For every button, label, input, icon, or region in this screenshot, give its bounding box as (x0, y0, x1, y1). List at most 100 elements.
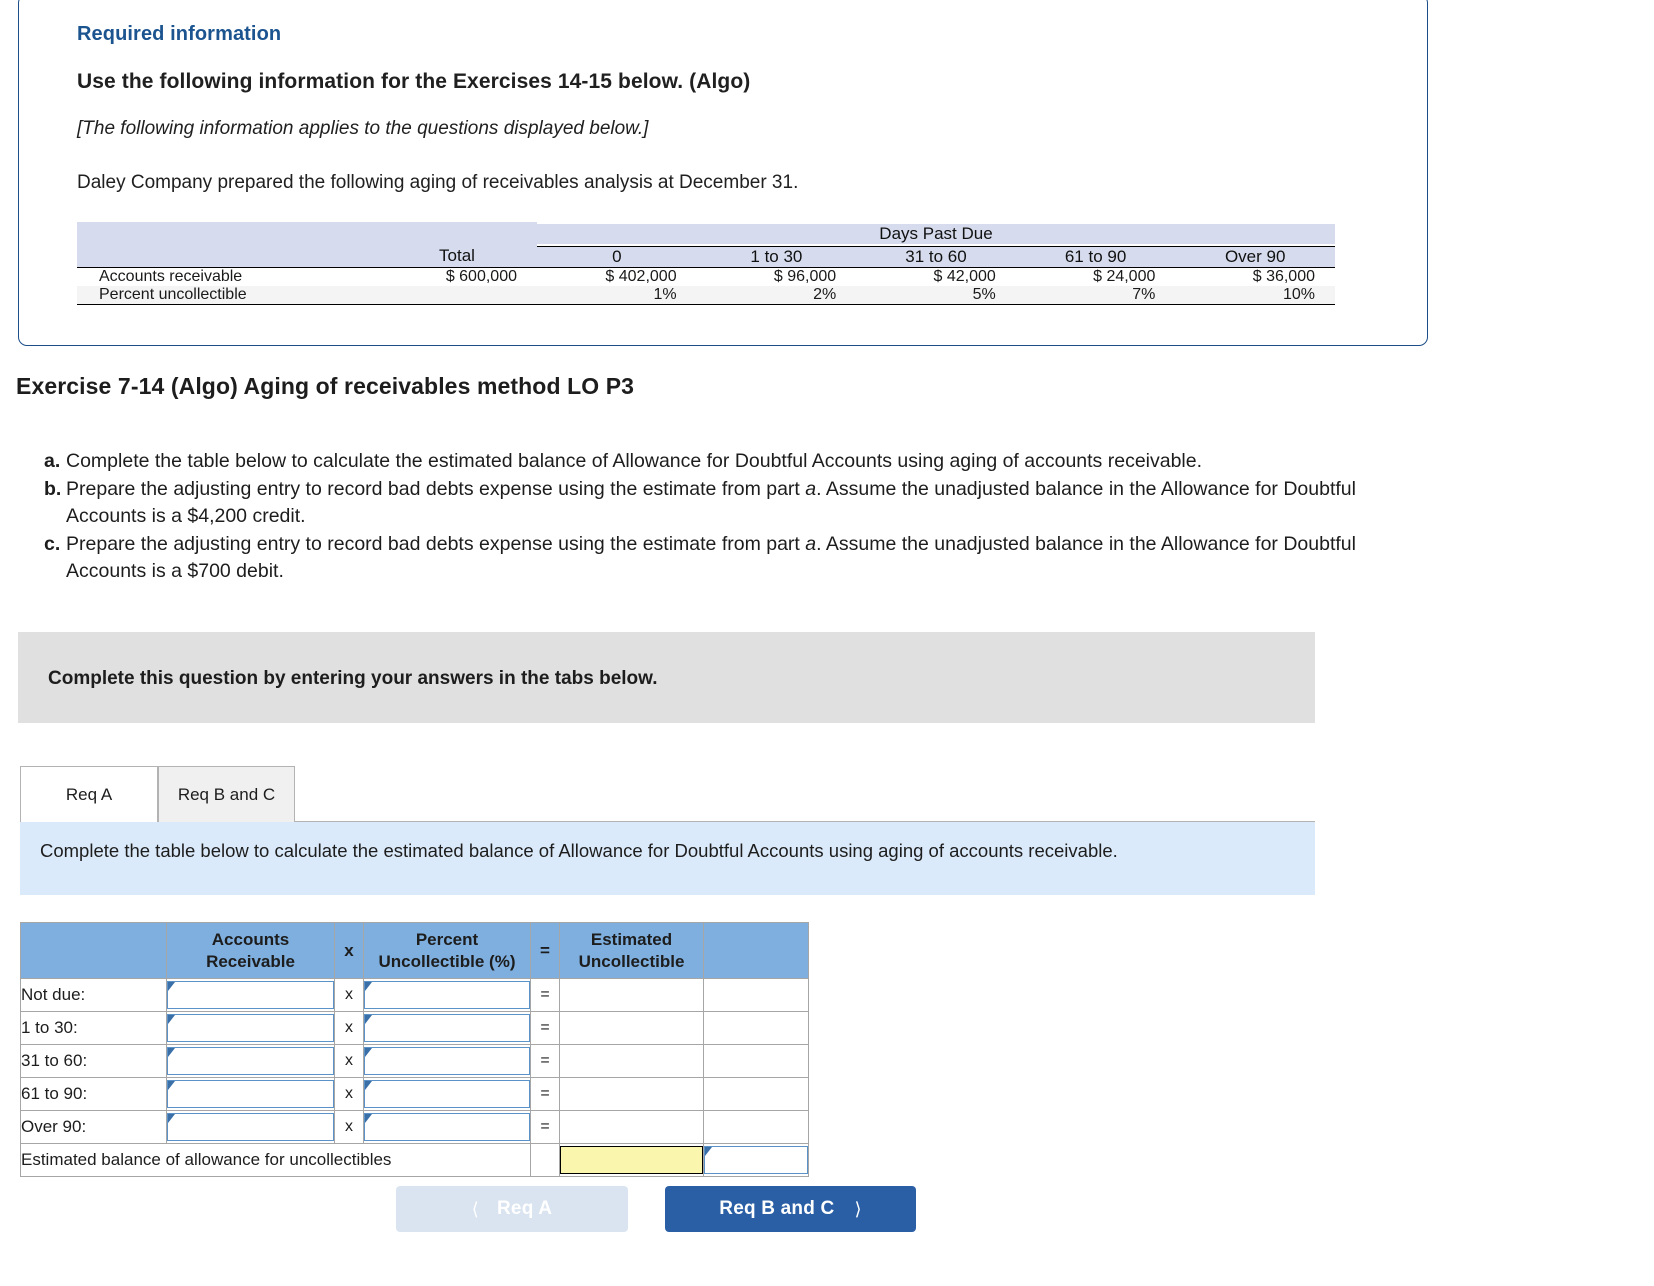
prev-req-a-button[interactable]: ⟨ Req A (396, 1186, 628, 1232)
cell-pct-not-due[interactable] (363, 978, 531, 1012)
table-row: 61 to 90: x = (20, 1077, 809, 1111)
input-ar-over-90[interactable] (167, 1113, 334, 1141)
aging-row-percent-uncollectible: Percent uncollectible 1% 2% 5% 7% 10% (77, 285, 1335, 305)
next-req-b-and-c-label: Req B and C (719, 1198, 835, 1219)
aging-row-label: Accounts receivable (77, 267, 377, 286)
requirement-c: c. Prepare the adjusting entry to record… (44, 531, 1364, 585)
row-label-not-due: Not due: (20, 978, 167, 1012)
requirement-b-text-before: Prepare the adjusting entry to record ba… (66, 477, 806, 500)
aging-col-61-to-90: 61 to 90 (1015, 246, 1176, 268)
operator-equals-61-to-90: = (530, 1077, 560, 1111)
operator-times-1-to-30: x (334, 1011, 364, 1045)
aging-pct-total (377, 285, 537, 305)
header-accounts-receivable: Accounts Receivable (166, 922, 335, 979)
aging-intro-text: Daley Company prepared the following agi… (77, 172, 799, 193)
cell-ar-over-90[interactable] (166, 1110, 335, 1144)
cell-estimated-31-to-60 (559, 1044, 704, 1078)
cell-tail-not-due (703, 978, 809, 1012)
aging-ar-over-90: $ 36,000 (1175, 267, 1335, 286)
cell-ar-61-to-90[interactable] (166, 1077, 335, 1111)
requirement-c-text-before: Prepare the adjusting entry to record ba… (66, 532, 806, 555)
requirements-list: a. Complete the table below to calculate… (44, 448, 1364, 586)
input-pct-61-to-90[interactable] (364, 1080, 530, 1108)
aging-ar-61-to-90: $ 24,000 (1015, 267, 1176, 286)
aging-pct-0: 1% (537, 285, 697, 305)
operator-equals-1-to-30: = (530, 1011, 560, 1045)
input-ar-1-to-30[interactable] (167, 1014, 334, 1042)
aging-row-label: Percent uncollectible (77, 285, 377, 305)
aging-col-over-90: Over 90 (1175, 246, 1335, 268)
aging-ar-total: $ 600,000 (377, 267, 537, 286)
input-total-estimated-balance[interactable] (704, 1146, 808, 1174)
cell-ar-not-due[interactable] (166, 978, 335, 1012)
table-row: 31 to 60: x = (20, 1044, 809, 1078)
input-pct-1-to-30[interactable] (364, 1014, 530, 1042)
table-row: Not due: x = (20, 978, 809, 1012)
cell-tail-31-to-60 (703, 1044, 809, 1078)
input-pct-not-due[interactable] (364, 981, 530, 1009)
requirement-b: b. Prepare the adjusting entry to record… (44, 476, 1364, 530)
cell-tail-1-to-30 (703, 1011, 809, 1045)
required-information-panel: Required information Use the following i… (18, 0, 1428, 346)
cell-pct-31-to-60[interactable] (363, 1044, 531, 1078)
aging-of-receivables-table: Days Past Due Total 0 1 to 30 31 to 60 6… (77, 222, 1335, 305)
table-row-total: Estimated balance of allowance for uncol… (20, 1143, 809, 1177)
cell-estimated-1-to-30 (559, 1011, 704, 1045)
cell-estimated-over-90 (559, 1110, 704, 1144)
input-ar-not-due[interactable] (167, 981, 334, 1009)
complete-question-text: Complete this question by entering your … (48, 668, 658, 689)
table-row: Over 90: x = (20, 1110, 809, 1144)
aging-ar-31-to-60: $ 42,000 (856, 267, 1016, 286)
requirement-c-emph: a (805, 532, 817, 555)
input-pct-over-90[interactable] (364, 1113, 530, 1141)
tab-req-b-and-c-label: Req B and C (177, 784, 276, 804)
operator-equals-31-to-60: = (530, 1044, 560, 1078)
answer-table-header-row: Accounts Receivable x Percent Uncollecti… (20, 922, 809, 979)
requirement-b-emph: a (805, 477, 817, 500)
aging-group-header-row: Days Past Due (77, 222, 1335, 247)
allowance-calculation-table: Accounts Receivable x Percent Uncollecti… (20, 922, 809, 1177)
operator-equals-not-due: = (530, 978, 560, 1012)
cell-ar-31-to-60[interactable] (166, 1044, 335, 1078)
aging-ar-1-to-30: $ 96,000 (696, 267, 857, 286)
aging-col-total: Total (377, 246, 537, 268)
tab-req-a-label: Req A (65, 784, 113, 804)
aging-col-31-to-60: 31 to 60 (856, 246, 1016, 268)
cell-total-input[interactable] (703, 1143, 809, 1177)
cell-pct-61-to-90[interactable] (363, 1077, 531, 1111)
aging-pct-over-90: 10% (1175, 285, 1335, 305)
input-pct-31-to-60[interactable] (364, 1047, 530, 1075)
header-percent-uncollectible: Percent Uncollectible (%) (363, 922, 531, 979)
operator-times-31-to-60: x (334, 1044, 364, 1078)
requirement-a-mark: a. (44, 450, 61, 472)
header-tail (703, 922, 809, 979)
cell-ar-1-to-30[interactable] (166, 1011, 335, 1045)
chevron-left-icon: ⟨ (471, 1198, 480, 1219)
input-ar-61-to-90[interactable] (167, 1080, 334, 1108)
total-row-label: Estimated balance of allowance for uncol… (20, 1143, 531, 1177)
cell-estimated-61-to-90 (559, 1077, 704, 1111)
cell-pct-over-90[interactable] (363, 1110, 531, 1144)
requirement-c-mark: c. (44, 532, 61, 555)
aging-column-header-row: Total 0 1 to 30 31 to 60 61 to 90 Over 9… (77, 246, 1335, 268)
table-row: 1 to 30: x = (20, 1011, 809, 1045)
header-blank (20, 922, 167, 979)
cell-estimated-not-due (559, 978, 704, 1012)
cell-tail-over-90 (703, 1110, 809, 1144)
aging-pct-1-to-30: 2% (696, 285, 857, 305)
tab-req-a[interactable]: Req A (20, 766, 158, 822)
requirement-tabs: Req A Req B and C (20, 766, 1315, 822)
cell-pct-1-to-30[interactable] (363, 1011, 531, 1045)
tab-instruction-banner: Complete the table below to calculate th… (20, 822, 1315, 895)
required-information-heading: Required information (77, 23, 282, 45)
operator-times-over-90: x (334, 1110, 364, 1144)
cell-tail-61-to-90 (703, 1077, 809, 1111)
input-ar-31-to-60[interactable] (167, 1047, 334, 1075)
requirement-b-text: Prepare the adjusting entry to record ba… (66, 476, 1364, 530)
tab-req-b-and-c[interactable]: Req B and C (158, 766, 295, 822)
cell-total-highlight (559, 1143, 704, 1177)
requirement-a-text: Complete the table below to calculate th… (66, 450, 1203, 472)
next-req-b-and-c-button[interactable]: Req B and C ⟩ (665, 1186, 916, 1232)
requirement-a: a. Complete the table below to calculate… (44, 448, 1364, 475)
required-information-subheading: Use the following information for the Ex… (77, 70, 751, 93)
